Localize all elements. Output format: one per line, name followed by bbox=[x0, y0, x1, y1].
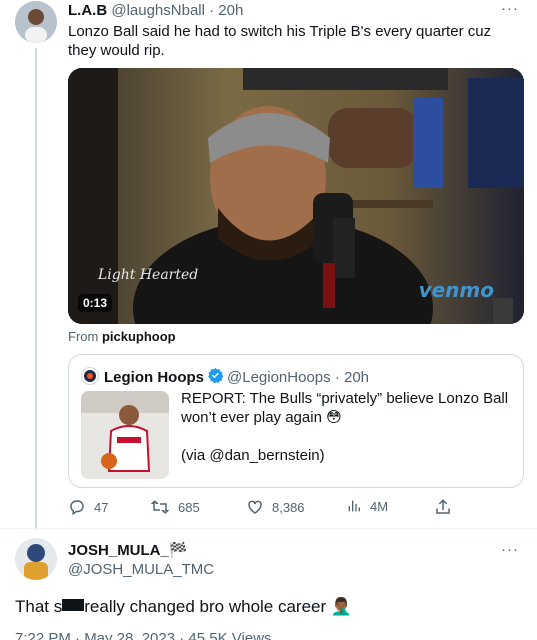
like-button[interactable]: 8,386 bbox=[246, 498, 305, 516]
reply-timestamp: 7:22 PM · May 28, 2023 · 45.5K Views bbox=[15, 630, 272, 640]
thread-line bbox=[35, 48, 37, 530]
views-button[interactable]: 4M bbox=[346, 498, 388, 514]
quote-author-name: Legion Hoops bbox=[104, 369, 204, 386]
quote-timestamp: · 20h bbox=[334, 369, 370, 386]
reply-avatar[interactable] bbox=[15, 538, 57, 580]
retweet-button[interactable]: 685 bbox=[150, 498, 200, 516]
quote-via: (via @dan_bernstein) bbox=[181, 447, 325, 464]
avatar[interactable] bbox=[15, 1, 57, 43]
reply-text-start: That s bbox=[15, 597, 63, 616]
quote-body: REPORT: The Bulls “privately” believe Lo… bbox=[181, 390, 509, 426]
author-name[interactable]: L.A.B bbox=[68, 2, 107, 19]
like-count: 8,386 bbox=[272, 499, 305, 515]
checkered-flag-icon: 🏁 bbox=[168, 542, 188, 559]
quote-thumbnail bbox=[81, 391, 169, 479]
reply-author-handle[interactable]: @JOSH_MULA_TMC bbox=[68, 561, 214, 578]
tweet-text: Lonzo Ball said he had to switch his Tri… bbox=[68, 23, 492, 59]
quote-header: Legion Hoops @LegionHoops · 20h bbox=[104, 367, 369, 388]
reply-author-name[interactable]: JOSH_MULA_ bbox=[68, 542, 169, 559]
video-player[interactable]: Light Hearted venmo 0:13 bbox=[68, 68, 524, 324]
share-button[interactable] bbox=[434, 498, 460, 516]
video-watermark: Light Hearted bbox=[98, 267, 199, 283]
divider bbox=[0, 528, 537, 529]
verified-badge-icon bbox=[207, 367, 224, 388]
from-label: From bbox=[68, 329, 99, 344]
retweet-count: 685 bbox=[178, 499, 200, 515]
reply-text: That s really changed bro whole career 🤦🏾… bbox=[15, 597, 352, 617]
tweet-header: L.A.B @laughsNball · 20h bbox=[68, 2, 243, 19]
reply-text-end: really changed bro whole career 🤦🏾‍♂️ bbox=[84, 597, 353, 616]
censor-bar bbox=[62, 599, 85, 611]
heart-icon bbox=[248, 500, 262, 514]
reply-count: 47 bbox=[94, 499, 109, 515]
reply-more-options-icon[interactable]: ··· bbox=[501, 541, 519, 558]
views-count: 4M bbox=[370, 498, 389, 514]
reply-header: JOSH_MULA_🏁 bbox=[68, 541, 188, 559]
author-handle[interactable]: @laughsNball bbox=[111, 2, 205, 19]
retweet-icon bbox=[150, 500, 170, 514]
video-source: From pickuphoop bbox=[68, 329, 176, 344]
tweet: L.A.B @laughsNball · 20h ··· Lonzo Ball … bbox=[0, 0, 537, 530]
quote-text: REPORT: The Bulls “privately” believe Lo… bbox=[181, 389, 511, 465]
quote-tweet[interactable]: Legion Hoops @LegionHoops · 20h REPORT: T… bbox=[68, 354, 524, 488]
venmo-watermark: venmo bbox=[418, 278, 494, 302]
share-icon bbox=[436, 499, 450, 514]
action-bar: 47 685 8,386 4M bbox=[68, 498, 508, 520]
video-duration: 0:13 bbox=[78, 294, 113, 312]
source-link[interactable]: pickuphoop bbox=[102, 329, 176, 344]
quote-avatar bbox=[81, 367, 99, 385]
more-options-icon[interactable]: ··· bbox=[501, 0, 519, 17]
reply-button[interactable]: 47 bbox=[68, 498, 108, 516]
reply-icon bbox=[70, 500, 84, 516]
quote-author-handle: @LegionHoops bbox=[227, 369, 331, 386]
views-icon bbox=[348, 500, 360, 512]
timestamp[interactable]: · 20h bbox=[209, 2, 243, 19]
